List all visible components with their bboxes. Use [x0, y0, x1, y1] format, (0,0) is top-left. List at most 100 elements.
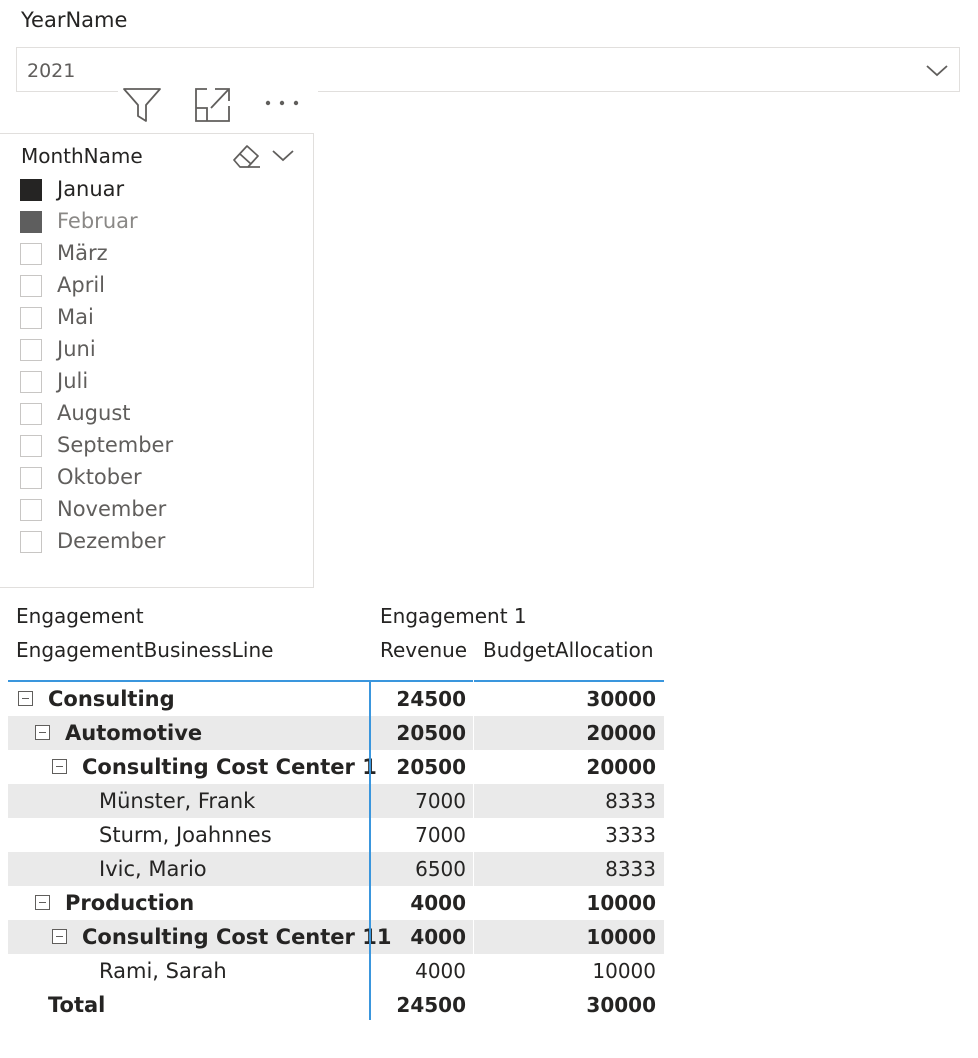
month-item[interactable]: März — [20, 240, 290, 272]
month-label: November — [57, 497, 167, 521]
month-item[interactable]: August — [20, 400, 290, 432]
month-item[interactable]: Februar — [20, 208, 290, 240]
more-options-icon[interactable] — [262, 86, 302, 124]
month-checkbox[interactable] — [20, 243, 42, 265]
month-checkbox[interactable] — [20, 179, 42, 201]
column-header-revenue[interactable]: Revenue — [380, 638, 467, 662]
month-item[interactable]: Januar — [20, 176, 290, 208]
month-item[interactable]: Mai — [20, 304, 290, 336]
table-row[interactable]: Rami, Sarah 4000 10000 — [8, 954, 664, 988]
month-checkbox[interactable] — [20, 339, 42, 361]
month-checkbox[interactable] — [20, 371, 42, 393]
column-separator — [473, 680, 474, 1020]
budget-cell: 30000 — [586, 993, 656, 1017]
month-checkbox[interactable] — [20, 403, 42, 425]
table-row[interactable]: Consulting Cost Center 1 20500 20000 — [8, 750, 664, 784]
column-header-budget[interactable]: BudgetAllocation — [483, 638, 654, 662]
month-label: Juli — [57, 369, 89, 393]
table-row[interactable]: Sturm, Joahnnes 7000 3333 — [8, 818, 664, 852]
revenue-cell: 7000 — [415, 789, 466, 813]
row-label: Sturm, Joahnnes — [99, 823, 272, 847]
row-label: Automotive — [65, 721, 203, 745]
collapse-icon[interactable] — [35, 895, 50, 910]
budget-cell: 10000 — [586, 891, 656, 915]
row-label: Consulting Cost Center 11 — [82, 925, 392, 949]
revenue-cell: 24500 — [396, 993, 466, 1017]
matrix-rows: Consulting 24500 30000 Automotive 20500 20000… — [8, 680, 664, 1022]
month-label: Juni — [57, 337, 96, 361]
revenue-cell: 7000 — [415, 823, 466, 847]
chevron-down-icon[interactable] — [925, 61, 949, 79]
month-checkbox[interactable] — [20, 531, 42, 553]
month-label: Dezember — [57, 529, 166, 553]
table-row[interactable]: Production 4000 10000 — [8, 886, 664, 920]
month-item[interactable]: September — [20, 432, 290, 464]
table-row[interactable]: Automotive 20500 20000 — [8, 716, 664, 750]
budget-cell: 20000 — [586, 721, 656, 745]
column-group-header[interactable]: Engagement 1 — [380, 604, 527, 628]
budget-cell: 10000 — [592, 959, 656, 983]
table-row[interactable]: Münster, Frank 7000 8333 — [8, 784, 664, 818]
month-checkbox[interactable] — [20, 275, 42, 297]
revenue-cell: 4000 — [410, 925, 466, 949]
month-item[interactable]: Dezember — [20, 528, 290, 560]
collapse-icon[interactable] — [52, 759, 67, 774]
table-row[interactable]: Ivic, Mario 6500 8333 — [8, 852, 664, 886]
budget-cell: 10000 — [586, 925, 656, 949]
year-slicer-title: YearName — [21, 8, 128, 32]
budget-cell: 8333 — [605, 857, 656, 881]
month-label: September — [57, 433, 174, 457]
row-header-engagement[interactable]: Engagement — [16, 604, 144, 628]
row-label: Consulting — [48, 687, 175, 711]
month-label: April — [57, 273, 105, 297]
row-header-business-line[interactable]: EngagementBusinessLine — [16, 638, 273, 662]
month-checkbox[interactable] — [20, 307, 42, 329]
month-slicer: MonthName Januar Februar März April Mai Juni J… — [0, 133, 314, 588]
month-label: August — [57, 401, 131, 425]
eraser-icon[interactable] — [230, 142, 262, 170]
month-checkbox[interactable] — [20, 211, 42, 233]
month-label: Februar — [57, 209, 138, 233]
collapse-icon[interactable] — [52, 929, 67, 944]
focus-mode-icon[interactable] — [193, 86, 233, 124]
collapse-icon[interactable] — [35, 725, 50, 740]
month-label: Januar — [57, 177, 125, 201]
table-row[interactable]: Consulting 24500 30000 — [8, 682, 664, 716]
row-label: Total — [48, 993, 106, 1017]
visual-header — [118, 84, 318, 124]
month-item[interactable]: Juni — [20, 336, 290, 368]
month-list: Januar Februar März April Mai Juni Juli August S… — [20, 176, 290, 560]
budget-cell: 20000 — [586, 755, 656, 779]
row-label: Consulting Cost Center 1 — [82, 755, 377, 779]
row-label: Production — [65, 891, 195, 915]
revenue-cell: 4000 — [410, 891, 466, 915]
month-label: Mai — [57, 305, 94, 329]
chevron-down-icon[interactable] — [270, 144, 296, 166]
month-checkbox[interactable] — [20, 499, 42, 521]
month-item[interactable]: Juli — [20, 368, 290, 400]
month-slicer-title: MonthName — [21, 144, 143, 168]
month-item[interactable]: April — [20, 272, 290, 304]
revenue-cell: 4000 — [415, 959, 466, 983]
month-label: Oktober — [57, 465, 142, 489]
revenue-cell: 20500 — [396, 755, 466, 779]
month-item[interactable]: Oktober — [20, 464, 290, 496]
table-row[interactable]: Consulting Cost Center 11 4000 10000 — [8, 920, 664, 954]
budget-cell: 8333 — [605, 789, 656, 813]
row-label: Ivic, Mario — [99, 857, 207, 881]
row-label: Münster, Frank — [99, 789, 256, 813]
filter-icon[interactable] — [122, 86, 162, 124]
month-item[interactable]: November — [20, 496, 290, 528]
budget-cell: 3333 — [605, 823, 656, 847]
collapse-icon[interactable] — [18, 691, 33, 706]
revenue-cell: 20500 — [396, 721, 466, 745]
revenue-cell: 6500 — [415, 857, 466, 881]
month-checkbox[interactable] — [20, 467, 42, 489]
year-selected-value: 2021 — [27, 60, 76, 82]
month-label: März — [57, 241, 108, 265]
row-header-divider — [369, 680, 371, 1020]
row-label: Rami, Sarah — [99, 959, 227, 983]
revenue-cell: 24500 — [396, 687, 466, 711]
total-row[interactable]: Total 24500 30000 — [8, 988, 664, 1022]
month-checkbox[interactable] — [20, 435, 42, 457]
